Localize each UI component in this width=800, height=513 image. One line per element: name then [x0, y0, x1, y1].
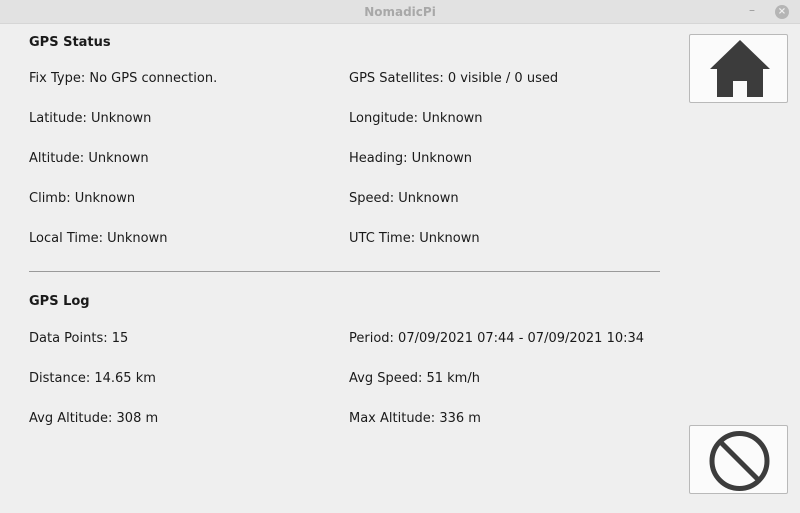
- local-time-label: Local Time: Unknown: [29, 231, 168, 246]
- title-bar: NomadicPi – ×: [0, 0, 800, 24]
- distance-label: Distance: 14.65 km: [29, 371, 156, 386]
- home-button[interactable]: [689, 34, 788, 103]
- gps-log-heading: GPS Log: [29, 294, 90, 309]
- window-title: NomadicPi: [364, 5, 436, 19]
- no-entry-icon: [709, 431, 770, 491]
- latitude-label: Latitude: Unknown: [29, 111, 152, 126]
- satellites-label: GPS Satellites: 0 visible / 0 used: [349, 71, 559, 86]
- avg-altitude-label: Avg Altitude: 308 m: [29, 411, 159, 426]
- heading-label: Heading: Unknown: [349, 151, 472, 166]
- longitude-label: Longitude: Unknown: [349, 111, 483, 126]
- app-window: NomadicPi – × GPS Status Fix Type: No GP…: [0, 0, 800, 513]
- home-icon: [710, 40, 770, 97]
- data-points-label: Data Points: 15: [29, 331, 129, 346]
- max-altitude-label: Max Altitude: 336 m: [349, 411, 481, 426]
- avg-speed-label: Avg Speed: 51 km/h: [349, 371, 480, 386]
- speed-label: Speed: Unknown: [349, 191, 459, 206]
- period-label: Period: 07/09/2021 07:44 - 07/09/2021 10…: [349, 331, 645, 346]
- fix-type-label: Fix Type: No GPS connection.: [29, 71, 218, 86]
- gps-status-heading: GPS Status: [29, 35, 111, 50]
- climb-label: Climb: Unknown: [29, 191, 136, 206]
- section-divider: [29, 271, 660, 272]
- no-entry-icon-slash: [718, 439, 761, 483]
- stop-button[interactable]: [689, 425, 788, 494]
- home-icon-shape: [710, 40, 770, 97]
- altitude-label: Altitude: Unknown: [29, 151, 149, 166]
- close-button[interactable]: ×: [775, 5, 789, 19]
- utc-time-label: UTC Time: Unknown: [349, 231, 480, 246]
- minimize-button[interactable]: –: [744, 3, 760, 19]
